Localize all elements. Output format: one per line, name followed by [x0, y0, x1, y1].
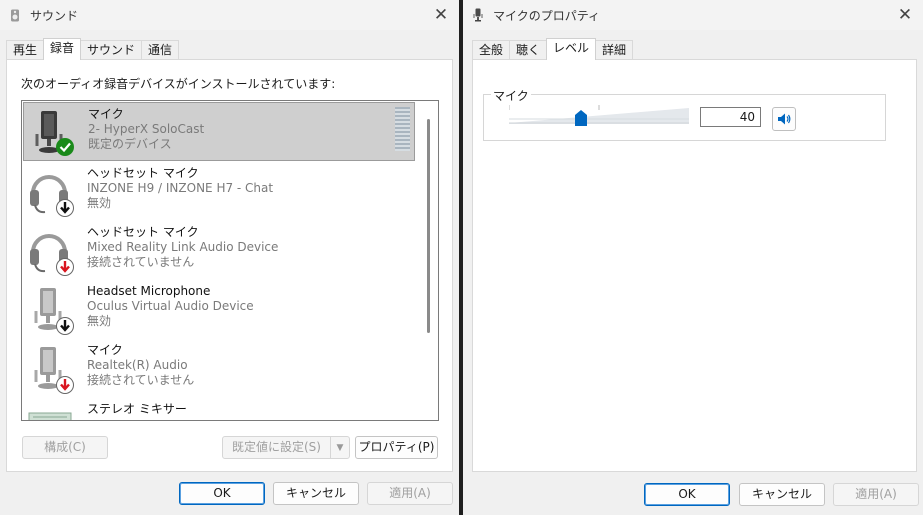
- tab-general[interactable]: 全般: [472, 40, 511, 60]
- recording-panel: 次のオーディオ録音デバイスがインストールされています: マイク 2- Hyper…: [6, 59, 453, 472]
- tab-sounds[interactable]: サウンド: [80, 40, 143, 60]
- sound-titlebar: サウンド ✕: [0, 0, 459, 30]
- sound-window-title: サウンド: [30, 8, 79, 23]
- device-name: ヘッドセット マイク: [87, 225, 199, 239]
- device-name: ステレオ ミキサー: [87, 402, 187, 416]
- cancel-button[interactable]: キャンセル: [273, 482, 359, 505]
- sound-close-button[interactable]: ✕: [429, 3, 453, 27]
- slider-thumb[interactable]: [575, 110, 587, 126]
- speaker-icon: [778, 113, 791, 125]
- props-close-button[interactable]: ✕: [893, 3, 917, 27]
- props-apply-button[interactable]: 適用(A): [833, 483, 919, 506]
- scrollbar-thumb[interactable]: [427, 119, 430, 333]
- device-status: 接続されていません: [87, 373, 195, 387]
- recording-intro-text: 次のオーディオ録音デバイスがインストールされています:: [21, 77, 336, 91]
- microphone-icon: [28, 108, 80, 160]
- configure-button[interactable]: 構成(C): [22, 436, 108, 459]
- device-name: マイク: [88, 107, 124, 121]
- sound-dialog: サウンド ✕ 再生 録音 サウンド 通信 次のオーディオ録音デバイスがインストー…: [0, 0, 459, 515]
- sound-tabs: 再生 録音 サウンド 通信: [6, 38, 180, 60]
- microphone-icon: [27, 285, 79, 337]
- ok-button[interactable]: OK: [179, 482, 265, 505]
- device-status: 無効: [87, 314, 112, 328]
- headset-icon: [27, 226, 79, 278]
- close-icon: ✕: [433, 5, 449, 25]
- props-ok-button[interactable]: OK: [644, 483, 730, 506]
- device-description: INZONE H9 / INZONE H7 - Chat: [87, 181, 274, 195]
- levels-panel: マイク 40: [472, 59, 917, 472]
- device-description: Oculus Virtual Audio Device: [87, 299, 254, 313]
- device-list[interactable]: マイク 2- HyperX SoloCast 既定のデバイス ヘッドセット マイ…: [21, 100, 439, 421]
- microphone-icon: [471, 8, 485, 22]
- device-status: 接続されていません: [87, 255, 195, 269]
- slider-track: [508, 105, 689, 124]
- device-list-scrollbar[interactable]: [421, 101, 438, 420]
- stereo-mixer-icon: [27, 403, 79, 420]
- props-tabs: 全般 聴く レベル 詳細: [472, 38, 634, 60]
- tab-communications[interactable]: 通信: [141, 40, 180, 60]
- mic-level-slider[interactable]: [508, 104, 689, 126]
- tab-advanced[interactable]: 詳細: [595, 40, 634, 60]
- list-item-device[interactable]: Headset Microphone Oculus Virtual Audio …: [23, 280, 415, 339]
- microphone-icon: [27, 344, 79, 396]
- props-cancel-button[interactable]: キャンセル: [739, 483, 825, 506]
- set-default-dropdown[interactable]: ▼: [330, 436, 350, 459]
- device-description: 2- HyperX SoloCast: [88, 122, 205, 136]
- tab-levels[interactable]: レベル: [546, 38, 597, 60]
- mic-level-group: マイク 40: [483, 87, 886, 141]
- props-titlebar: マイクのプロパティ ✕: [463, 0, 923, 30]
- list-item-device[interactable]: ヘッドセット マイク Mixed Reality Link Audio Devi…: [23, 221, 415, 280]
- list-item-device[interactable]: マイク 2- HyperX SoloCast 既定のデバイス: [23, 102, 415, 161]
- group-title: マイク: [491, 87, 531, 104]
- tab-playback[interactable]: 再生: [6, 40, 45, 60]
- properties-button[interactable]: プロパティ(P): [355, 436, 438, 459]
- close-icon: ✕: [897, 5, 913, 25]
- device-name: マイク: [87, 343, 123, 357]
- device-description: Mixed Reality Link Audio Device: [87, 240, 279, 254]
- list-item-device[interactable]: ヘッドセット マイク INZONE H9 / INZONE H7 - Chat …: [23, 162, 415, 221]
- set-default-button[interactable]: 既定値に設定(S): [222, 436, 331, 459]
- list-item-device[interactable]: ステレオ ミキサー: [23, 398, 415, 420]
- level-meter: [395, 107, 410, 151]
- level-value-field[interactable]: 40: [700, 107, 761, 127]
- device-status: 無効: [87, 196, 112, 210]
- apply-button[interactable]: 適用(A): [367, 482, 453, 505]
- list-item-device[interactable]: マイク Realtek(R) Audio 接続されていません: [23, 339, 415, 398]
- tab-listen[interactable]: 聴く: [509, 40, 548, 60]
- mute-toggle-button[interactable]: [772, 107, 796, 131]
- device-description: Realtek(R) Audio: [87, 358, 188, 372]
- device-name: Headset Microphone: [87, 284, 211, 298]
- props-window-title: マイクのプロパティ: [493, 8, 601, 23]
- headset-icon: [27, 167, 79, 219]
- chevron-down-icon: ▼: [336, 442, 344, 453]
- tab-recording[interactable]: 録音: [43, 38, 82, 60]
- speaker-app-icon: [8, 8, 22, 22]
- device-status: 既定のデバイス: [88, 137, 172, 151]
- device-name: ヘッドセット マイク: [87, 166, 199, 180]
